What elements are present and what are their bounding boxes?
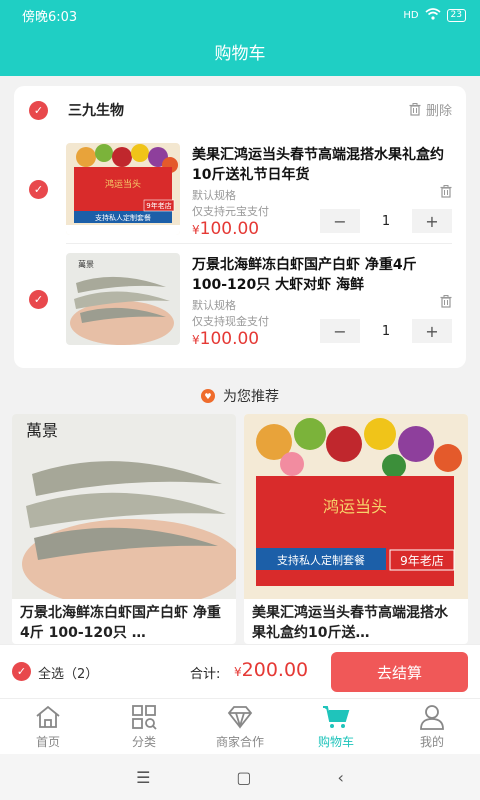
back-icon[interactable]: ‹ (338, 768, 344, 787)
recommend-item[interactable]: 鸿运当头 支持私人定制套餐 9年老店 美果汇鸿运当头春节高端混搭水果礼盒约10斤… (244, 414, 468, 644)
shrimp-image: 萬景 (12, 414, 236, 599)
delete-label: 删除 (425, 104, 452, 119)
svg-text:萬景: 萬景 (78, 259, 94, 269)
cart-icon (323, 705, 350, 728)
menu-icon[interactable]: ☰ (136, 768, 150, 787)
increase-button[interactable]: + (412, 319, 452, 343)
category-icon (132, 704, 157, 730)
total-label: 合计: (190, 667, 221, 682)
decrease-button[interactable]: − (320, 319, 360, 343)
item-title[interactable]: 万景北海鲜冻白虾国产白虾 净重4斤 100-120只 大虾对虾 海鲜 (192, 255, 448, 295)
decrease-button[interactable]: − (320, 209, 360, 233)
total-amount: ¥200.00 (234, 659, 309, 681)
svg-text:9年老店: 9年老店 (400, 554, 444, 568)
select-all-checkbox[interactable]: ✓ (12, 662, 31, 681)
tab-cart[interactable]: 购物车 (288, 699, 384, 754)
tab-home[interactable]: 首页 (0, 699, 96, 754)
quantity-value[interactable]: 1 (360, 209, 412, 233)
select-all-label[interactable]: 全选（2） (38, 663, 98, 682)
tab-category[interactable]: 分类 (96, 699, 192, 754)
app-header: 傍晚6:03 HD 23 购物车 (0, 0, 480, 76)
home-button-icon[interactable]: ▢ (236, 768, 251, 787)
system-nav-bar: ☰ ▢ ‹ (0, 754, 480, 800)
signal-icon: HD (403, 9, 419, 21)
item-title[interactable]: 美果汇鸿运当头春节高端混搭水果礼盒约10斤送礼节日年货 (192, 145, 448, 185)
battery-icon: 23 (446, 8, 466, 22)
tab-merchant[interactable]: 商家合作 (192, 699, 288, 754)
svg-text:支持私人定制套餐: 支持私人定制套餐 (95, 213, 151, 222)
svg-text:支持私人定制套餐: 支持私人定制套餐 (277, 553, 365, 567)
recommend-item[interactable]: 萬景 万景北海鲜冻白虾国产白虾 净重4斤 100-120只 … (12, 414, 236, 644)
item-payment-note: 仅支持元宝支付 (192, 205, 269, 218)
recommend-item-name: 美果汇鸿运当头春节高端混搭水果礼盒约10斤送… (252, 605, 448, 641)
fruit-box-image: 鸿运当头 支持私人定制套餐 9年老店 (244, 414, 468, 599)
cart-item: ✓ 鸿运当头 支持私人定制套餐 9年老店 美果汇鸿运当头春节高端混搭水果礼盒约1… (14, 143, 466, 247)
store-name: 三九生物 (68, 103, 124, 119)
item-delete-icon[interactable] (440, 293, 452, 312)
tab-mine[interactable]: 我的 (384, 699, 480, 754)
status-time: 傍晚6:03 (22, 9, 78, 25)
heart-icon: ♥ (201, 389, 215, 403)
recommend-heading: ♥ 为您推荐 (0, 386, 480, 406)
cart-item: ✓ 萬景 万景北海鲜冻白虾国产白虾 净重4斤 100-120只 大虾对虾 海鲜 … (14, 253, 466, 357)
store-delete-button[interactable]: 删除 (409, 100, 452, 119)
status-bar: 傍晚6:03 HD 23 (0, 0, 480, 30)
diamond-icon (227, 705, 253, 729)
page-title: 购物车 (214, 44, 266, 64)
quantity-stepper: − 1 + (320, 209, 452, 233)
recommend-item-name: 万景北海鲜冻白虾国产白虾 净重4斤 100-120只 … (20, 605, 221, 641)
wifi-icon (425, 7, 441, 23)
tab-bar: 首页 分类 商家合作 购物车 我的 (0, 698, 480, 754)
item-checkbox[interactable]: ✓ (29, 290, 48, 309)
quantity-value[interactable]: 1 (360, 319, 412, 343)
trash-icon (409, 103, 421, 116)
item-payment-note: 仅支持现金支付 (192, 315, 269, 328)
home-icon (36, 705, 60, 728)
fruit-box-image[interactable]: 鸿运当头 支持私人定制套餐 9年老店 (66, 143, 180, 235)
item-spec: 默认规格 (192, 189, 236, 202)
shrimp-image[interactable]: 萬景 (66, 253, 180, 345)
svg-text:鸿运当头: 鸿运当头 (323, 497, 387, 516)
user-icon (420, 704, 444, 730)
item-price: ¥100.00 (192, 329, 260, 349)
quantity-stepper: − 1 + (320, 319, 452, 343)
svg-text:萬景: 萬景 (26, 421, 58, 440)
item-checkbox[interactable]: ✓ (29, 180, 48, 199)
svg-text:9年老店: 9年老店 (146, 201, 171, 210)
item-spec: 默认规格 (192, 299, 236, 312)
checkout-button[interactable]: 去结算 (331, 652, 468, 692)
item-price: ¥100.00 (192, 219, 260, 239)
item-delete-icon[interactable] (440, 183, 452, 202)
cart-card: ✓ 三九生物 删除 ✓ 鸿运当头 支持私人定制套餐 9年老店 美果汇鸿运当头春节… (14, 86, 466, 368)
svg-text:鸿运当头: 鸿运当头 (105, 178, 141, 190)
increase-button[interactable]: + (412, 209, 452, 233)
store-checkbox[interactable]: ✓ (29, 101, 48, 120)
store-row: ✓ 三九生物 删除 (14, 98, 466, 124)
settlement-bar: ✓ 全选（2） 合计: ¥200.00 去结算 (0, 644, 480, 698)
item-divider (66, 243, 452, 244)
